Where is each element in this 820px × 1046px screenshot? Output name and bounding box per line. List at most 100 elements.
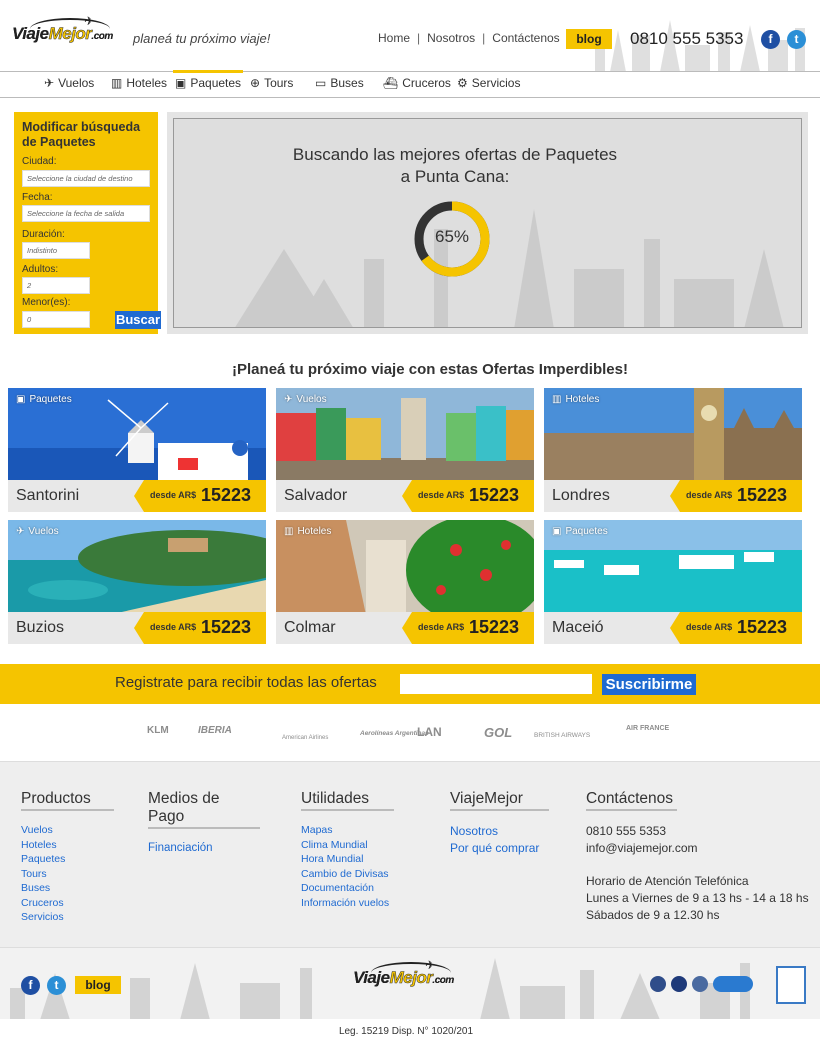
offer-price: 15223 <box>201 485 252 505</box>
twitter-icon[interactable]: t <box>47 976 66 995</box>
footer-col-viajemejor: ViajeMejor Nosotros Por qué comprar <box>450 790 549 857</box>
loading-panel: Buscando las mejores ofertas de Paquetes… <box>167 112 808 334</box>
adults-label: Adultos: <box>22 264 59 275</box>
loading-inner: Buscando las mejores ofertas de Paquetes… <box>173 118 802 328</box>
offer-price: 15223 <box>469 485 520 505</box>
site-logo[interactable]: ✈ ViajeMejor.com <box>12 14 122 58</box>
minors-input[interactable]: 0 <box>22 311 90 328</box>
offer-card[interactable]: ▣ Paquetes Maceió desde AR$ 15223 <box>544 520 802 644</box>
date-label: Fecha: <box>22 192 53 203</box>
suitcase-icon: ▣ <box>16 394 26 405</box>
legal-text: Leg. 15219 Disp. N° 1020/201 <box>338 1026 474 1037</box>
offer-card[interactable]: ▥ Hoteles Londres desde AR$ 15223 <box>544 388 802 512</box>
header: ✈ ViajeMejor.com planeá tu próximo viaje… <box>0 0 820 72</box>
footer-heading: Contáctenos <box>586 790 677 811</box>
footer-phone: 0810 555 5353 <box>586 824 667 838</box>
cat-cruceros[interactable]: ⛴ Cruceros <box>383 76 451 90</box>
footer-link[interactable]: Mapas <box>301 823 394 838</box>
offer-card[interactable]: ▣ Paquetes Santorini desde AR$ 15223 <box>8 388 266 512</box>
facebook-icon[interactable]: f <box>21 976 40 995</box>
cat-vuelos[interactable]: ✈ Vuelos <box>44 76 94 90</box>
airline-logos: KLM IBERIA American Airlines Aerolíneas … <box>0 704 820 761</box>
twitter-icon[interactable]: t <box>787 30 806 49</box>
hotel-icon: ▥ <box>284 526 294 537</box>
nav-home-link[interactable]: Home <box>371 31 417 45</box>
airline-logo: GOL <box>484 725 513 740</box>
footer-link[interactable]: Cambio de Divisas <box>301 867 394 882</box>
offer-caption: Santorini desde AR$ 15223 <box>8 480 266 512</box>
airline-logo: KLM <box>147 725 169 736</box>
search-title: Modificar búsqueda de Paquetes <box>22 120 141 149</box>
footer-link[interactable]: Hoteles <box>21 838 114 853</box>
cat-buses[interactable]: ▭ Buses <box>315 76 364 90</box>
trust-seal-icon <box>692 976 708 992</box>
offer-card[interactable]: ✈ Vuelos Salvador desde AR$ 15223 <box>276 388 534 512</box>
bus-icon: ▭ <box>315 76 327 90</box>
footer-link[interactable]: Clima Mundial <box>301 838 394 853</box>
newsletter-email-input[interactable] <box>400 674 592 694</box>
newsletter-bar: Registrate para recibir todas las oferta… <box>0 664 820 704</box>
footer-link[interactable]: Financiación <box>148 841 260 856</box>
cat-tours[interactable]: ⊕ Tours <box>250 76 293 90</box>
services-icon: ⚙ <box>457 76 468 90</box>
cat-servicios[interactable]: ⚙ Servicios <box>457 76 520 90</box>
footer-link[interactable]: Servicios <box>21 910 114 925</box>
offer-card[interactable]: ✈ Vuelos Buzios desde AR$ 15223 <box>8 520 266 644</box>
footer-col-productos: Productos Vuelos Hoteles Paquetes Tours … <box>21 790 114 925</box>
footer-link[interactable]: Vuelos <box>21 823 114 838</box>
offer-tag: ✈ Vuelos <box>284 394 327 405</box>
subscribe-button[interactable]: Suscribirme <box>602 674 696 695</box>
offer-caption: Londres desde AR$ 15223 <box>544 480 802 512</box>
offer-price-badge: desde AR$ 15223 <box>134 612 266 644</box>
footer-hours-title: Horario de Atención Telefónica <box>586 874 749 888</box>
offer-tag: ▣ Paquetes <box>16 394 72 405</box>
footer-col-utilidades: Utilidades Mapas Clima Mundial Hora Mund… <box>301 790 394 910</box>
nav-contactenos-link[interactable]: Contáctenos <box>485 31 566 45</box>
blog-button[interactable]: blog <box>566 29 612 49</box>
logo-text: ViajeMejor.com <box>353 968 454 988</box>
acav-seal-icon <box>713 976 753 992</box>
footer-link[interactable]: Información vuelos <box>301 896 394 911</box>
suitcase-icon: ▣ <box>552 526 562 537</box>
adults-input[interactable]: 2 <box>22 277 90 294</box>
footer-link[interactable]: Documentación <box>301 881 394 896</box>
offer-city: Colmar <box>284 619 336 636</box>
footer-heading: Utilidades <box>301 790 394 811</box>
logo-text: ViajeMejor.com <box>12 24 113 44</box>
phone-number: 0810 555 5353 <box>630 29 744 48</box>
footer-link[interactable]: Tours <box>21 867 114 882</box>
loading-title: Buscando las mejores ofertas de Paquetes… <box>292 145 618 186</box>
footer-logo[interactable]: ✈ ViajeMejor.com <box>353 958 463 1002</box>
duration-label: Duración: <box>22 229 65 240</box>
blog-button[interactable]: blog <box>75 976 121 994</box>
cat-paquetes[interactable]: ▣ Paquetes <box>172 70 244 90</box>
date-input[interactable]: Seleccione la fecha de salida <box>22 205 150 222</box>
footer-email[interactable]: info@viajemejor.com <box>586 840 809 857</box>
nav-nosotros-link[interactable]: Nosotros <box>420 31 482 45</box>
offer-city: Santorini <box>16 487 80 504</box>
facebook-icon[interactable]: f <box>761 30 780 49</box>
qr-code-icon[interactable] <box>776 966 806 1004</box>
footer-link[interactable]: Hora Mundial <box>301 852 394 867</box>
offer-card[interactable]: ▥ Hoteles Colmar desde AR$ 15223 <box>276 520 534 644</box>
footer-hours-saturday: Sábados de 9 a 12.30 hs <box>586 908 720 922</box>
footer-link[interactable]: Por qué comprar <box>450 840 549 857</box>
offer-price-badge: desde AR$ 15223 <box>670 480 802 512</box>
offer-city: Buzios <box>16 619 65 636</box>
cat-hoteles[interactable]: ▥ Hoteles <box>111 76 167 90</box>
minors-label: Menor(es): <box>22 297 71 308</box>
footer-link[interactable]: Buses <box>21 881 114 896</box>
city-input[interactable]: Seleccione la ciudad de destino <box>22 170 150 187</box>
duration-select[interactable]: Indistinto <box>22 242 90 259</box>
search-button[interactable]: Buscar <box>115 311 161 329</box>
top-nav: Home | Nosotros | Contáctenos <box>371 31 567 45</box>
footer-link[interactable]: Cruceros <box>21 896 114 911</box>
airline-logo: AIR FRANCE <box>626 725 670 732</box>
plane-icon: ✈ <box>16 526 25 537</box>
airline-logo: American Airlines <box>282 735 329 741</box>
offer-tag: ▥ Hoteles <box>284 526 332 537</box>
newsletter-text: Registrate para recibir todas las oferta… <box>115 674 377 691</box>
footer-link[interactable]: Paquetes <box>21 852 114 867</box>
footer-link[interactable]: Nosotros <box>450 823 549 840</box>
offer-caption: Maceió desde AR$ 15223 <box>544 612 802 644</box>
